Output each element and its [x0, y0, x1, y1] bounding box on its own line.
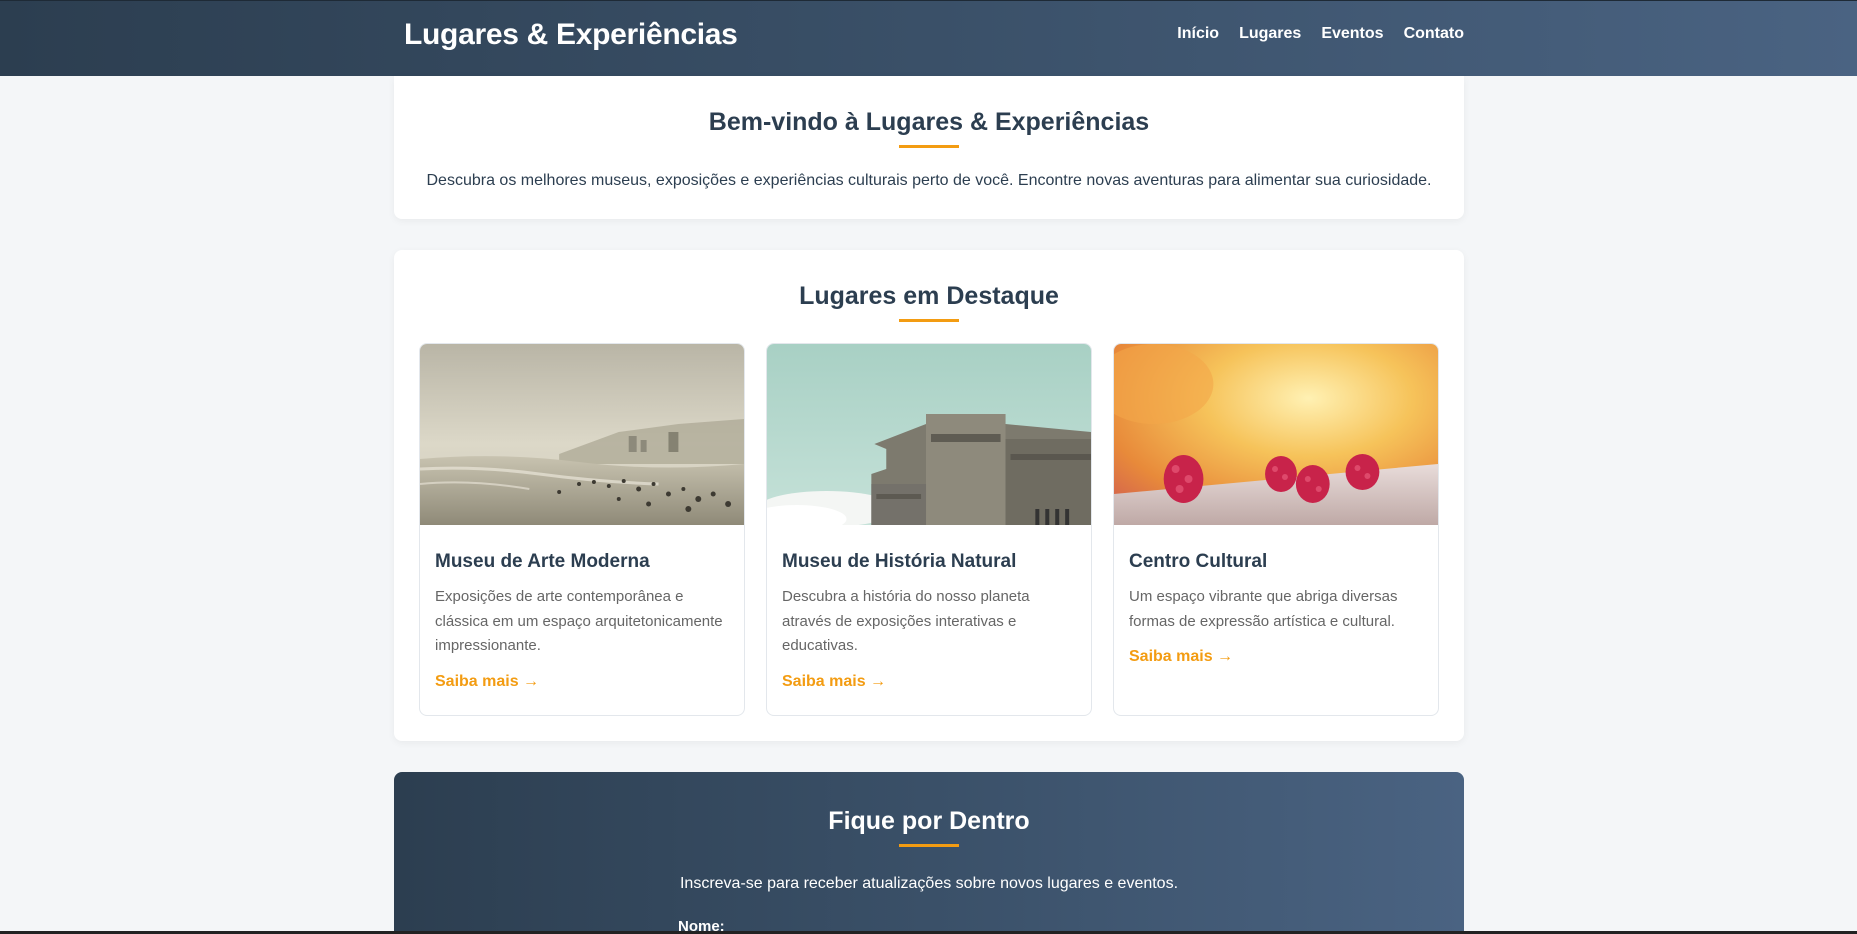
saiba-mais-link[interactable]: Saiba mais → — [1129, 648, 1233, 666]
title-underline — [899, 319, 959, 322]
title-underline — [899, 145, 959, 148]
site-header: Lugares & Experiências Início Lugares Ev… — [0, 0, 1857, 76]
saiba-mais-link[interactable]: Saiba mais → — [782, 673, 886, 691]
newsletter-title: Fique por Dentro — [828, 807, 1030, 835]
card-title: Museu de Arte Moderna — [435, 551, 650, 572]
place-card: Museu de Arte Moderna Exposições de arte… — [419, 343, 745, 716]
card-title: Museu de História Natural — [782, 551, 1017, 572]
concrete-building-photo — [767, 344, 1091, 525]
saiba-mais-link[interactable]: Saiba mais → — [435, 673, 539, 691]
title-underline — [899, 844, 959, 847]
featured-section: Lugares em Destaque Museu de Arte Modern… — [394, 250, 1464, 741]
nav-link-lugares[interactable]: Lugares — [1239, 25, 1301, 43]
beach-photo — [420, 344, 744, 525]
newsletter-section: Fique por Dentro Inscreva-se para recebe… — [394, 772, 1464, 934]
welcome-text: Descubra os melhores museus, exposições … — [426, 172, 1432, 189]
nav-link-inicio[interactable]: Início — [1177, 25, 1219, 43]
newsletter-text: Inscreva-se para receber atualizações so… — [679, 875, 1179, 892]
nav-link-eventos[interactable]: Eventos — [1321, 25, 1383, 43]
welcome-title: Bem-vindo à Lugares & Experiências — [708, 108, 1150, 136]
card-body: Museu de Arte Moderna Exposições de arte… — [420, 525, 744, 691]
card-body: Museu de História Natural Descubra a his… — [767, 525, 1091, 691]
site-logo[interactable]: Lugares & Experiências — [404, 18, 738, 52]
place-card: Centro Cultural Um espaço vibrante que a… — [1113, 343, 1439, 716]
card-description: Um espaço vibrante que abriga diversas f… — [1129, 588, 1398, 630]
header-inner: Lugares & Experiências Início Lugares Ev… — [404, 1, 1464, 77]
place-card: Museu de História Natural Descubra a his… — [766, 343, 1092, 716]
card-title: Centro Cultural — [1129, 551, 1268, 572]
card-description: Descubra a história do nosso planeta atr… — [782, 588, 1030, 654]
welcome-section: Bem-vindo à Lugares & Experiências Descu… — [394, 76, 1464, 219]
card-description: Exposições de arte contemporânea e cláss… — [435, 588, 723, 654]
place-cards: Museu de Arte Moderna Exposições de arte… — [419, 343, 1439, 716]
featured-title: Lugares em Destaque — [799, 282, 1059, 310]
main-nav: Início Lugares Eventos Contato — [1177, 25, 1464, 43]
card-body: Centro Cultural Um espaço vibrante que a… — [1114, 525, 1438, 666]
nav-link-contato[interactable]: Contato — [1404, 25, 1464, 43]
raspberries-photo — [1114, 344, 1438, 525]
